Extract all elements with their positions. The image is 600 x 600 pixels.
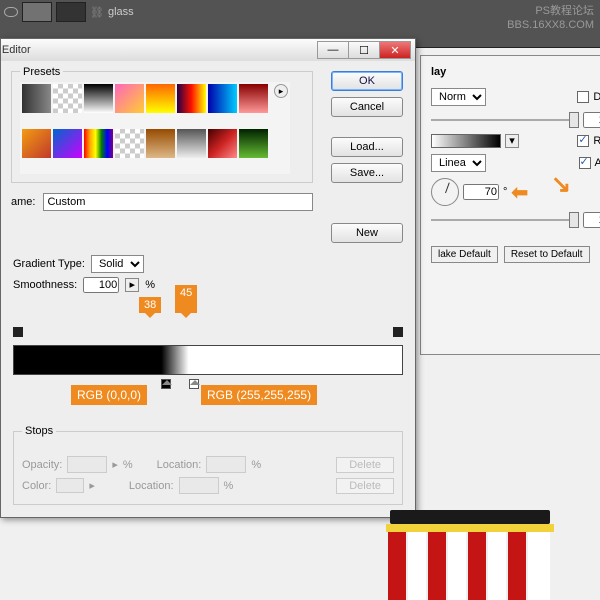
- style-select[interactable]: Linear: [431, 154, 486, 172]
- delete-opacity-stop: Delete: [336, 457, 394, 473]
- visibility-icon[interactable]: [4, 7, 18, 17]
- window-title: dient Editor: [0, 44, 31, 56]
- stop-location-input: [206, 456, 246, 473]
- scale-slider[interactable]: [431, 219, 579, 221]
- save-button[interactable]: Save...: [331, 163, 403, 183]
- dither-checkbox[interactable]: [577, 91, 589, 103]
- opacity-stop[interactable]: [13, 327, 23, 337]
- preset-grid[interactable]: ▸: [20, 82, 290, 174]
- rgb-label-black: RGB (0,0,0): [71, 385, 147, 405]
- opacity-stop-track[interactable]: [13, 327, 403, 339]
- layer-thumb[interactable]: [22, 2, 52, 22]
- stop-tag-45: 45: [175, 285, 197, 313]
- overlay-title: lay: [431, 66, 600, 78]
- titlebar[interactable]: dient Editor — ☐ ✕: [1, 39, 415, 61]
- close-icon[interactable]: ✕: [379, 41, 411, 59]
- illustration: [380, 510, 600, 600]
- opacity-value[interactable]: [583, 112, 600, 128]
- smoothness-label: Smoothness:: [13, 279, 77, 291]
- cancel-button[interactable]: Cancel: [331, 97, 403, 117]
- angle-value[interactable]: [463, 184, 499, 200]
- rgb-label-white: RGB (255,255,255): [201, 385, 317, 405]
- name-label: ame:: [11, 196, 35, 208]
- stops-group: Stops Opacity: ▸ % Location: % Delete Co…: [13, 431, 403, 505]
- arrow-annotation: ↘: [551, 170, 571, 199]
- delete-color-stop: Delete: [336, 478, 394, 494]
- opacity-slider[interactable]: [431, 119, 579, 121]
- gradient-type-label: Gradient Type:: [13, 258, 85, 270]
- new-button[interactable]: New: [331, 223, 403, 243]
- blend-mode-select[interactable]: Normal: [431, 88, 486, 106]
- smoothness-input[interactable]: [83, 277, 119, 293]
- make-default-button[interactable]: lake Default: [431, 246, 498, 263]
- gradient-sample[interactable]: [431, 134, 501, 148]
- color-stop-black[interactable]: [161, 379, 171, 389]
- color-stop-white[interactable]: [189, 379, 199, 389]
- gradient-bar[interactable]: [13, 345, 403, 375]
- maximize-icon[interactable]: ☐: [348, 41, 380, 59]
- stop-location-input2: [179, 477, 219, 494]
- gradient-editor-window: dient Editor — ☐ ✕ Presets ▸: [0, 38, 416, 518]
- scale-value[interactable]: [583, 212, 600, 228]
- watermark: PS教程论坛BBS.16XX8.COM: [507, 4, 594, 32]
- stop-color-swatch: [56, 478, 84, 493]
- preset-menu-icon[interactable]: ▸: [274, 84, 288, 98]
- minimize-icon[interactable]: —: [317, 41, 349, 59]
- angle-dial[interactable]: [431, 178, 459, 206]
- layer-name[interactable]: glass: [108, 6, 134, 18]
- layer-mask-thumb[interactable]: [56, 2, 86, 22]
- layer-style-panel: lay Normal Dithe ▾ Reve ↘ Linear Align °…: [420, 55, 600, 355]
- stop-tag-38: 38: [139, 297, 161, 313]
- reset-default-button[interactable]: Reset to Default: [504, 246, 590, 263]
- presets-group: Presets ▸: [11, 71, 313, 183]
- gradient-dropdown-icon[interactable]: ▾: [505, 134, 519, 148]
- arrow-annotation: ⬅: [511, 180, 528, 205]
- align-checkbox[interactable]: [579, 157, 591, 169]
- opacity-stop[interactable]: [393, 327, 403, 337]
- ok-button[interactable]: OK: [331, 71, 403, 91]
- name-input[interactable]: [43, 193, 313, 211]
- stepper-icon[interactable]: ▸: [125, 278, 139, 292]
- stop-opacity-input: [67, 456, 107, 473]
- reverse-checkbox[interactable]: [577, 135, 589, 147]
- load-button[interactable]: Load...: [331, 137, 403, 157]
- gradient-type-select[interactable]: Solid: [91, 255, 144, 273]
